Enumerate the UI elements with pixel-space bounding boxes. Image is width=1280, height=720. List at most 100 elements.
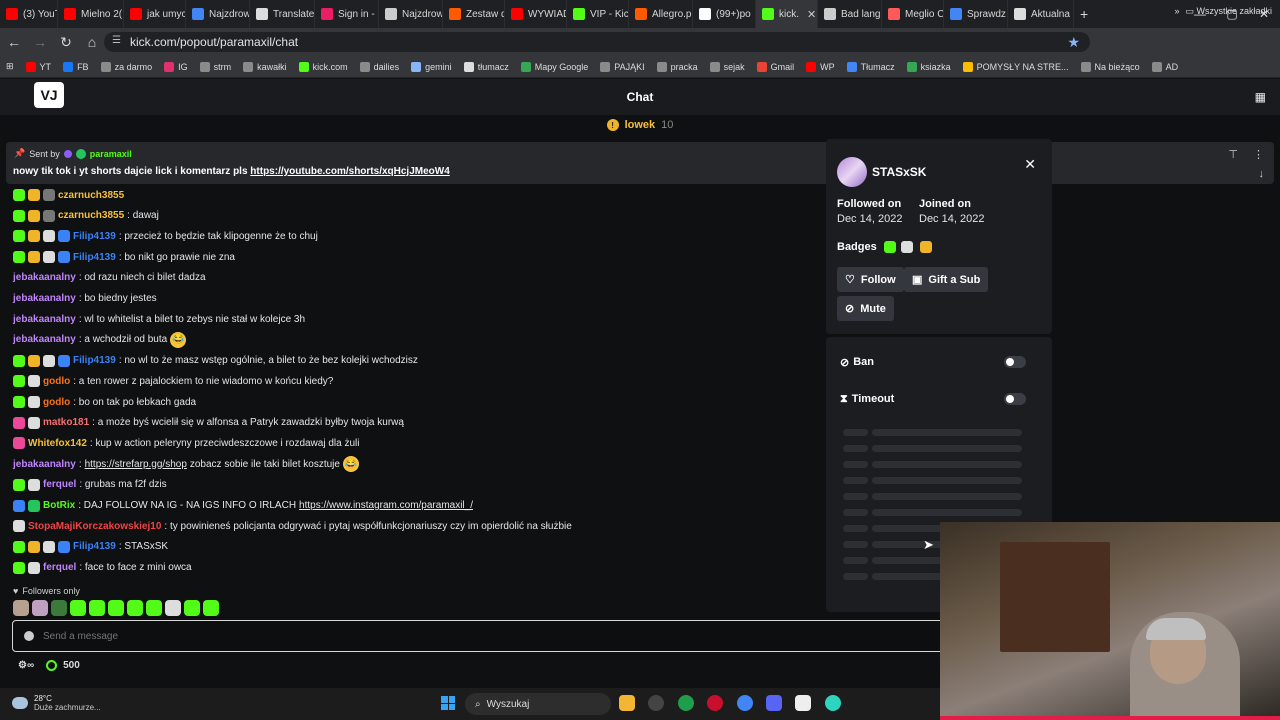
- bookmark-item[interactable]: kick.com: [293, 61, 354, 72]
- browser-tab[interactable]: Translate: [250, 0, 315, 28]
- browser-tab[interactable]: Zestaw d: [443, 0, 505, 28]
- chat-username[interactable]: jebakaanalny: [13, 293, 76, 304]
- url-field[interactable]: ☰ kick.com/popout/paramaxil/chat ★: [104, 32, 1090, 52]
- opera-icon[interactable]: [707, 695, 723, 711]
- browser-app-icon[interactable]: [678, 695, 694, 711]
- browser-tab[interactable]: Najzdrow: [186, 0, 250, 28]
- chat-username[interactable]: ferquel: [43, 479, 76, 490]
- bookmarks-more-button[interactable]: »: [1174, 6, 1179, 16]
- chat-username[interactable]: jebakaanalny: [13, 314, 76, 325]
- emote-icon[interactable]: [203, 600, 219, 616]
- browser-tab[interactable]: (99+)po: [693, 0, 756, 28]
- chat-settings-gear-icon[interactable]: ⚙∞: [18, 660, 34, 671]
- chat-username[interactable]: BotRix: [43, 500, 75, 511]
- new-tab-button[interactable]: +: [1074, 0, 1094, 28]
- bookmark-item[interactable]: sejak: [704, 61, 751, 72]
- network-app-icon[interactable]: [825, 695, 841, 711]
- browser-tab[interactable]: Aktualna: [1008, 0, 1074, 28]
- apps-grid-icon[interactable]: ⊞: [0, 61, 20, 72]
- pinned-link[interactable]: https://youtube.com/shorts/xqHcjJMeoW4: [250, 166, 449, 177]
- bookmark-item[interactable]: IG: [158, 61, 194, 72]
- chat-username[interactable]: Whitefox142: [28, 438, 87, 449]
- bookmark-item[interactable]: YT: [20, 61, 58, 72]
- message-input[interactable]: [12, 620, 952, 652]
- emote-icon[interactable]: [108, 600, 124, 616]
- windows-start-icon[interactable]: [441, 696, 455, 710]
- all-bookmarks-folder[interactable]: ▭ Wszystkie zakładki: [1185, 6, 1272, 17]
- browser-tab[interactable]: (3) YouTu: [0, 0, 58, 28]
- emote-icon[interactable]: [32, 600, 48, 616]
- sub-user[interactable]: lowek: [625, 119, 656, 131]
- browser-tab[interactable]: Sign in -: [315, 0, 379, 28]
- browser-tab[interactable]: Sprawdz: [944, 0, 1008, 28]
- pinned-expand-icon[interactable]: ↓: [1259, 168, 1265, 180]
- chat-username[interactable]: jebakaanalny: [13, 334, 76, 345]
- bookmark-item[interactable]: Gmail: [751, 61, 801, 72]
- browser-tab[interactable]: WYWIAD: [505, 0, 567, 28]
- chat-username[interactable]: godlo: [43, 376, 70, 387]
- browser-tab[interactable]: kick. ✕: [756, 0, 818, 28]
- bookmark-item[interactable]: WP: [800, 61, 841, 72]
- bookmark-item[interactable]: POMYSŁY NA STRE...: [957, 61, 1075, 72]
- emote-icon[interactable]: [70, 600, 86, 616]
- emote-icon[interactable]: [13, 600, 29, 616]
- chat-username[interactable]: matko181: [43, 417, 89, 428]
- chat-username[interactable]: Filip4139: [73, 231, 116, 242]
- profile-username[interactable]: STASxSK: [872, 165, 926, 179]
- timeout-toggle[interactable]: [1004, 393, 1026, 405]
- browser-tab[interactable]: Najzdrow: [379, 0, 443, 28]
- bookmark-item[interactable]: AD: [1146, 61, 1185, 72]
- points-display[interactable]: 500: [46, 660, 80, 671]
- emote-icon[interactable]: [51, 600, 67, 616]
- pin-icon[interactable]: ⊤: [1228, 148, 1238, 161]
- emote-icon[interactable]: [165, 600, 181, 616]
- app-icon[interactable]: [648, 695, 664, 711]
- message-textbox[interactable]: [43, 630, 443, 642]
- emote-icon[interactable]: [127, 600, 143, 616]
- browser-tab[interactable]: Bad lang: [818, 0, 882, 28]
- forward-icon[interactable]: →: [28, 30, 52, 54]
- chat-username[interactable]: jebakaanalny: [13, 459, 76, 470]
- site-info-icon[interactable]: ☰: [112, 35, 121, 46]
- chat-username[interactable]: StopaMajiKorczakowskiej10: [28, 521, 161, 532]
- mute-button[interactable]: ⊘ Mute: [837, 296, 894, 321]
- pinned-sender[interactable]: paramaxil: [90, 149, 132, 159]
- chat-username[interactable]: Filip4139: [73, 252, 116, 263]
- browser-tab[interactable]: Allegro.p: [629, 0, 693, 28]
- chat-username[interactable]: Filip4139: [73, 355, 116, 366]
- emote-picker-icon[interactable]: [24, 631, 34, 641]
- bookmark-item[interactable]: pracka: [651, 61, 704, 72]
- bookmark-item[interactable]: za darmo: [95, 61, 159, 72]
- bookmark-item[interactable]: Mapy Google: [515, 61, 595, 72]
- weather-widget[interactable]: 28°C Duże zachmurze...: [12, 694, 101, 712]
- emote-icon[interactable]: [146, 600, 162, 616]
- tab-close-icon[interactable]: ✕: [807, 8, 816, 21]
- store-icon[interactable]: [795, 695, 811, 711]
- bookmark-item[interactable]: gemini: [405, 61, 458, 72]
- reload-icon[interactable]: ↻: [54, 30, 78, 54]
- discord-icon[interactable]: [766, 695, 782, 711]
- chat-username[interactable]: czarnuch3855: [58, 190, 124, 201]
- channel-logo[interactable]: VJ: [34, 82, 64, 108]
- bookmark-item[interactable]: kawałki: [237, 61, 293, 72]
- chrome-icon[interactable]: [737, 695, 753, 711]
- ban-toggle[interactable]: [1004, 356, 1026, 368]
- emote-icon[interactable]: [89, 600, 105, 616]
- back-icon[interactable]: ←: [2, 30, 26, 54]
- browser-tab[interactable]: jak umyc: [124, 0, 186, 28]
- bookmark-item[interactable]: dailies: [354, 61, 406, 72]
- home-icon[interactable]: ⌂: [80, 30, 104, 54]
- bookmark-item[interactable]: tłumacz: [458, 61, 515, 72]
- chat-username[interactable]: ferquel: [43, 562, 76, 573]
- bookmark-item[interactable]: FB: [57, 61, 95, 72]
- bookmark-item[interactable]: strm: [194, 61, 238, 72]
- bookmark-item[interactable]: Tłumacz: [841, 61, 901, 72]
- chat-username[interactable]: Filip4139: [73, 541, 116, 552]
- chat-link[interactable]: https://strefarp.gg/shop: [85, 459, 187, 470]
- gift-sub-button[interactable]: ▣ Gift a Sub: [904, 267, 989, 292]
- user-avatar[interactable]: [837, 157, 867, 187]
- taskbar-search[interactable]: ⌕ Wyszukaj: [465, 693, 611, 715]
- browser-tab[interactable]: VIP - Kick: [567, 0, 629, 28]
- chat-settings-icon[interactable]: ▦: [1255, 90, 1266, 104]
- browser-tab[interactable]: Mielno 2(: [58, 0, 124, 28]
